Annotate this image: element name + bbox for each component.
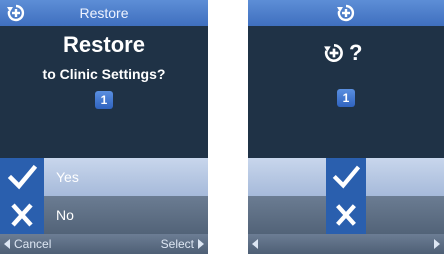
question-heading: Restore: [63, 32, 145, 57]
softkey-bar: [248, 234, 444, 254]
forward-softkey[interactable]: [430, 237, 440, 251]
profile-number-badge: 1: [337, 89, 355, 107]
question-subheading: to Clinic Settings?: [42, 66, 166, 82]
option-yes-label: Yes: [56, 169, 79, 185]
cancel-softkey[interactable]: Cancel: [4, 237, 51, 251]
x-icon: [326, 196, 366, 234]
option-no[interactable]: [248, 196, 444, 234]
cancel-label: Cancel: [14, 237, 52, 251]
title-bar: Restore: [0, 0, 208, 26]
option-yes[interactable]: Yes: [0, 158, 208, 196]
select-softkey[interactable]: Select: [161, 237, 204, 251]
right-arrow-icon: [198, 239, 204, 249]
restore-icon: [324, 43, 343, 62]
check-icon: [0, 158, 44, 196]
left-arrow-icon: [252, 239, 258, 249]
option-no[interactable]: No: [0, 196, 208, 234]
title-bar: [248, 0, 444, 26]
device-screen-labeled: Restore Restore to Clinic Settings? 1 Ye…: [0, 0, 208, 254]
screen-title: Restore: [79, 5, 129, 21]
check-icon: [326, 158, 366, 196]
back-softkey[interactable]: [252, 237, 262, 251]
right-arrow-icon: [434, 239, 440, 249]
select-label: Select: [160, 237, 194, 251]
question-mark: ?: [349, 40, 363, 65]
device-screen-icon-only: ? 1: [248, 0, 444, 254]
restore-question: ?: [323, 40, 369, 66]
profile-number-badge: 1: [95, 91, 113, 109]
left-arrow-icon: [4, 239, 10, 249]
option-yes[interactable]: [248, 158, 444, 196]
x-icon: [0, 196, 44, 234]
softkey-bar: Cancel Select: [0, 234, 208, 254]
restore-icon: [336, 3, 356, 23]
option-no-label: No: [56, 207, 74, 223]
